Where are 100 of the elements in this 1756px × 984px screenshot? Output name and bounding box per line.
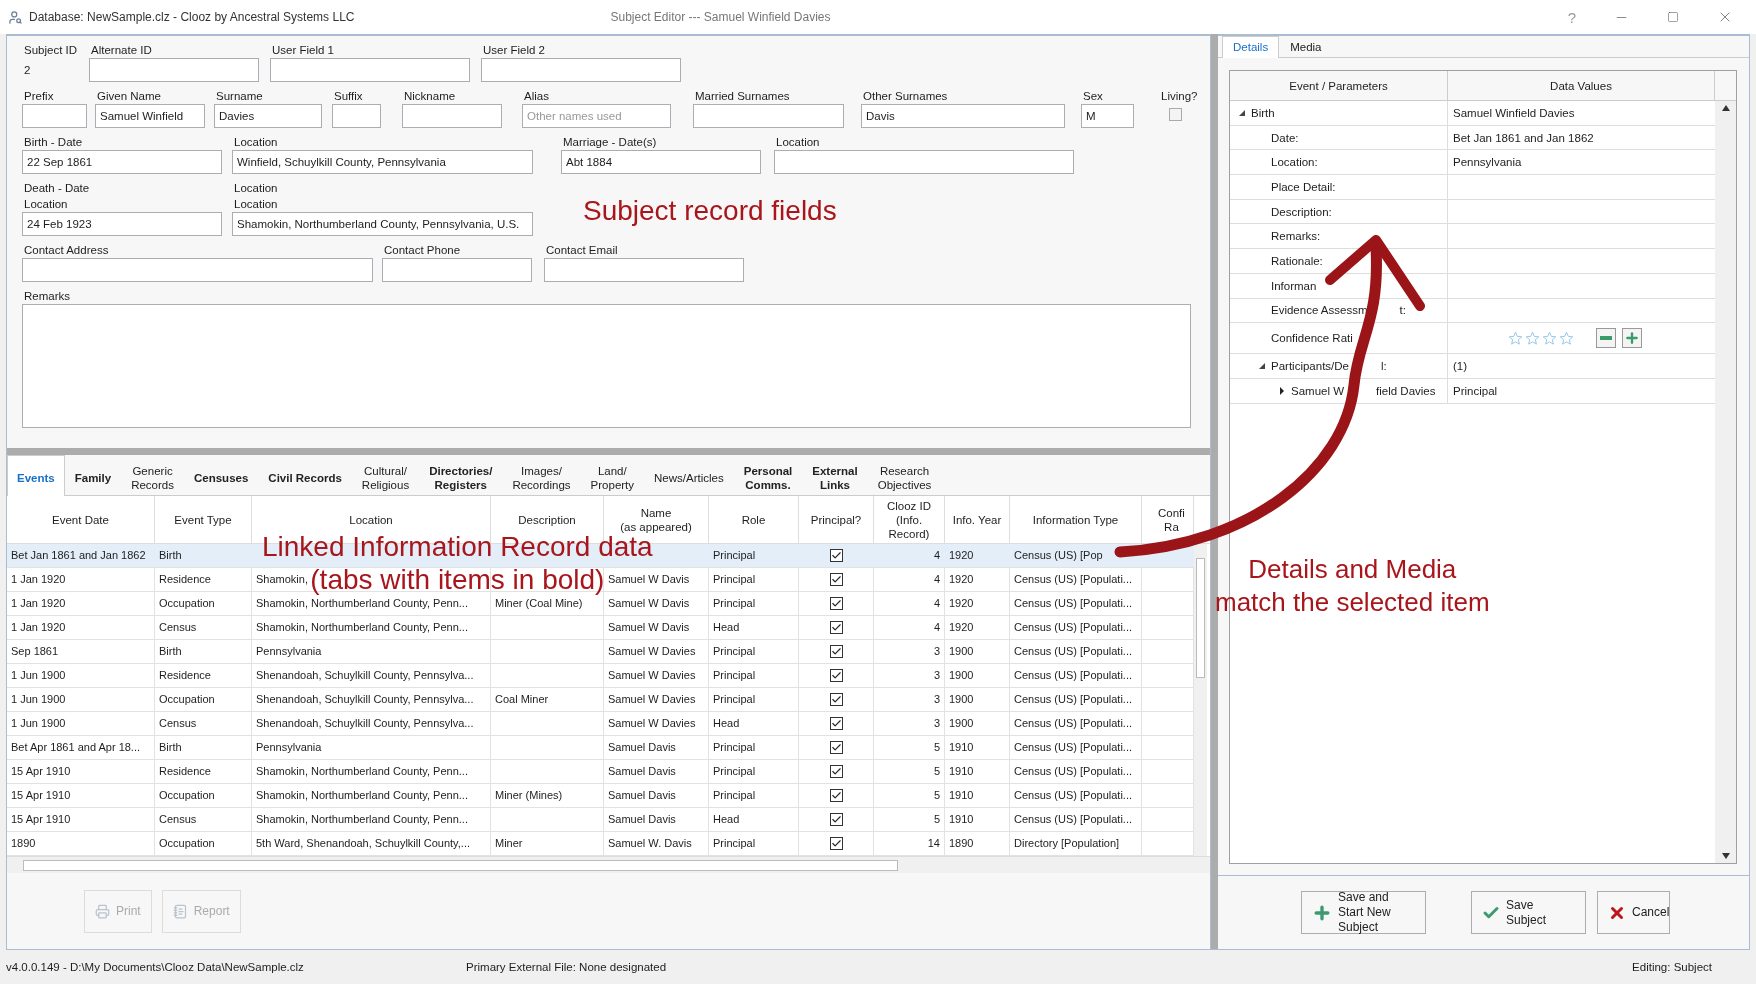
checkbox[interactable]: [830, 789, 843, 802]
parameter-label: Location:: [1271, 156, 1318, 169]
record-tab[interactable]: Censuses: [184, 455, 259, 496]
field-label: Contact Address: [23, 243, 110, 258]
text-field[interactable]: [332, 104, 381, 128]
cell-text: 5: [933, 764, 940, 779]
text-field[interactable]: M: [1081, 104, 1134, 128]
scrollbar[interactable]: [1715, 101, 1736, 863]
record-tab[interactable]: Family: [64, 455, 122, 496]
text-field[interactable]: 22 Sep 1861: [22, 150, 222, 174]
text-field[interactable]: [89, 58, 259, 82]
star-icon[interactable]: [1508, 330, 1523, 346]
cell-text: Residence: [159, 668, 211, 683]
column-header[interactable]: Info. Year: [945, 496, 1010, 543]
action-button[interactable]: Save and Start New Subject: [1301, 891, 1426, 934]
text-field[interactable]: Other names used: [522, 104, 671, 128]
checkbox[interactable]: [1169, 108, 1182, 121]
star-icon[interactable]: [1559, 330, 1574, 346]
cell-text: 1 Jun 1900: [11, 692, 66, 707]
column-header[interactable]: Data Values: [1448, 71, 1715, 100]
text-field[interactable]: [402, 104, 502, 128]
data-value: Principal: [1452, 383, 1499, 399]
record-tab[interactable]: Events: [7, 455, 65, 496]
record-tab[interactable]: Land/ Property: [580, 455, 645, 496]
text-field[interactable]: [22, 258, 373, 282]
parameter-label: Samuel W: [1291, 384, 1345, 397]
field-label: Nickname: [403, 89, 457, 104]
scrollbar[interactable]: [1194, 544, 1207, 856]
collapse-icon[interactable]: [1238, 108, 1246, 117]
text-field[interactable]: 24 Feb 1923: [22, 212, 222, 236]
column-header[interactable]: Role: [709, 496, 799, 543]
parameter-label: Description:: [1271, 205, 1332, 218]
subject-id-value: 2: [23, 63, 32, 78]
checkbox[interactable]: [830, 765, 843, 778]
record-tab[interactable]: Civil Records: [258, 455, 352, 496]
column-header[interactable]: Principal?: [799, 496, 874, 543]
record-tab[interactable]: Generic Records: [121, 455, 184, 496]
text-field[interactable]: [481, 58, 681, 82]
record-tab[interactable]: Directories/ Registers: [419, 455, 503, 496]
decrease-button[interactable]: [1596, 328, 1616, 349]
text-field[interactable]: [693, 104, 844, 128]
action-button[interactable]: Cancel: [1597, 891, 1670, 934]
scroll-down-icon[interactable]: [1721, 853, 1730, 859]
star-icon[interactable]: [1542, 330, 1557, 346]
column-header[interactable]: Event / Parameters: [1230, 71, 1448, 100]
record-tab[interactable]: External Links: [802, 455, 868, 496]
checkbox[interactable]: [830, 717, 843, 730]
cell-text: 1910: [949, 740, 974, 755]
remarks-field[interactable]: [22, 304, 1191, 428]
cell-text: Bet Jan 1861 and Jan 1862: [11, 548, 146, 563]
record-tab[interactable]: Research Objectives: [867, 455, 942, 496]
record-tab[interactable]: Personal Comms.: [733, 455, 803, 496]
column-header[interactable]: Clooz ID (Info. Record): [874, 496, 945, 543]
cell-text: Census (US) [Populati...: [1014, 812, 1132, 827]
checkbox[interactable]: [830, 837, 843, 850]
text-field[interactable]: [544, 258, 744, 282]
collapse-icon[interactable]: [1258, 362, 1266, 371]
checkbox[interactable]: [830, 549, 843, 562]
cell-text: Occupation: [159, 788, 215, 803]
expand-icon[interactable]: [1278, 386, 1286, 395]
text-field[interactable]: Davis: [861, 104, 1065, 128]
column-header[interactable]: Information Type: [1010, 496, 1142, 543]
scrollbar[interactable]: [7, 856, 1210, 873]
action-button[interactable]: Save Subject: [1471, 891, 1586, 934]
text-field[interactable]: Abt 1884: [561, 150, 761, 174]
record-tab[interactable]: Images/ Recordings: [502, 455, 581, 496]
text-field[interactable]: Winfield, Schuylkill County, Pennsylvania: [232, 150, 533, 174]
checkbox[interactable]: [830, 813, 843, 826]
checkbox[interactable]: [830, 597, 843, 610]
cell-text: Principal: [713, 572, 756, 587]
checkbox[interactable]: [830, 693, 843, 706]
panel-tab[interactable]: Media: [1279, 36, 1333, 58]
text-field[interactable]: [382, 258, 532, 282]
cell-text: Principal: [713, 548, 756, 563]
field-label: Remarks: [23, 289, 71, 304]
panel-tab[interactable]: Details: [1222, 36, 1280, 58]
field-label: Location: [233, 181, 279, 196]
text-field[interactable]: [774, 150, 1074, 174]
column-header[interactable]: Event Date: [7, 496, 155, 543]
checkbox[interactable]: [830, 621, 843, 634]
window-title: Database: NewSample.clz - Clooz by Ancestral Systems LLC: [29, 10, 355, 24]
cell-text: Pennsylvania: [256, 644, 322, 659]
text-field[interactable]: Shamokin, Northumberland County, Pennsylvania, U.S.: [232, 212, 533, 236]
checkbox[interactable]: [830, 573, 843, 586]
text-field[interactable]: [270, 58, 470, 82]
record-tab[interactable]: Cultural/ Religious: [351, 455, 420, 496]
column-header[interactable]: Event Type: [155, 496, 252, 543]
checkbox[interactable]: [830, 645, 843, 658]
increase-button[interactable]: [1622, 328, 1642, 349]
checkbox[interactable]: [830, 669, 843, 682]
text-field[interactable]: Samuel Winfield: [95, 104, 205, 128]
text-field[interactable]: [22, 104, 87, 128]
cell-text: 1 Jan 1920: [11, 620, 66, 635]
column-header[interactable]: Confi Ra: [1142, 496, 1194, 543]
scroll-up-icon[interactable]: [1721, 105, 1730, 111]
record-tab[interactable]: News/Articles: [644, 455, 734, 496]
text-field[interactable]: Davies: [214, 104, 322, 128]
parameter-label: t:: [1399, 304, 1406, 317]
star-icon[interactable]: [1525, 330, 1540, 346]
checkbox[interactable]: [830, 741, 843, 754]
